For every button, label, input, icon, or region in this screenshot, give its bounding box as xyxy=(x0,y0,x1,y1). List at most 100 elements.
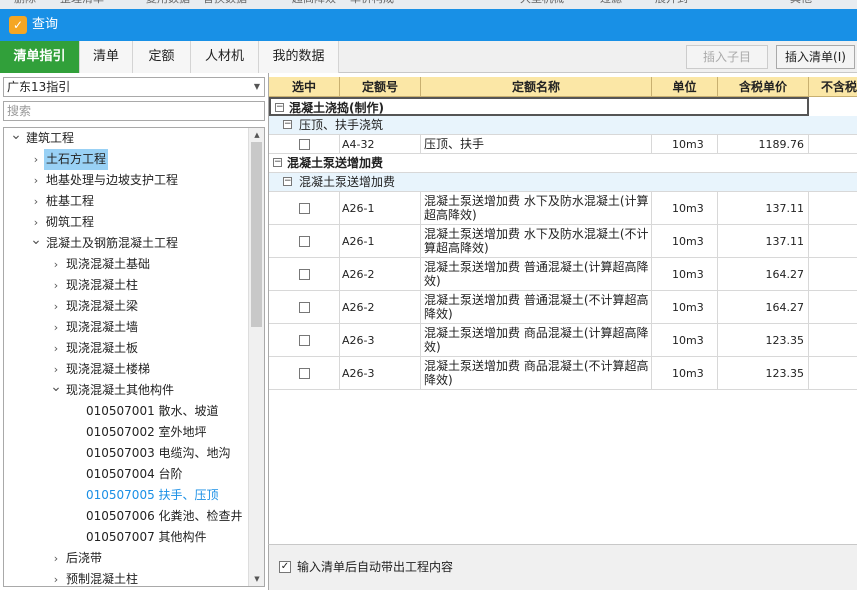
expand-chevron-icon[interactable]: › xyxy=(50,338,62,359)
tree-node[interactable]: › 桩基工程 xyxy=(4,191,248,212)
expand-chevron-icon[interactable]: › xyxy=(50,317,62,338)
auto-content-checkbox[interactable]: ✓ xyxy=(279,561,291,573)
tab-list[interactable]: 清单 xyxy=(80,41,133,73)
tree-node[interactable]: › 现浇混凝土梁 xyxy=(4,296,248,317)
collapse-chevron-icon[interactable]: ⌄ xyxy=(10,128,22,146)
background-toolbar-item[interactable]: 大型机械 xyxy=(520,0,564,4)
grid-item-row[interactable]: A4-32 压顶、扶手 10m3 1189.76 1 xyxy=(269,135,857,154)
tree-node[interactable]: 010507003 电缆沟、地沟 xyxy=(4,443,248,464)
col-header-select: 选中 xyxy=(269,77,340,97)
tree-node[interactable]: 010507005 扶手、压顶 xyxy=(4,485,248,506)
background-toolbar-item[interactable]: 复用数据 xyxy=(146,0,190,4)
select-cell[interactable] xyxy=(269,291,340,323)
expand-chevron-icon[interactable]: › xyxy=(30,191,42,212)
tree-node[interactable]: ⌄ 建筑工程 xyxy=(4,128,248,149)
collapse-chevron-icon[interactable]: ⌄ xyxy=(50,377,62,398)
background-toolbar-item[interactable]: 整理清单 xyxy=(60,0,104,4)
row-select-checkbox[interactable] xyxy=(298,202,310,214)
grid-subgroup-row[interactable]: − 混凝土泵送增加费 xyxy=(269,173,857,192)
expand-chevron-icon[interactable]: › xyxy=(50,569,62,586)
tree-node[interactable]: › 后浇带 xyxy=(4,548,248,569)
tree-scrollbar[interactable]: ▲ ▼ xyxy=(248,128,264,586)
grid-subgroup-row[interactable]: − 压顶、扶手浇筑 xyxy=(269,116,857,135)
expand-chevron-icon[interactable]: › xyxy=(50,254,62,275)
col-header-name: 定额名称 xyxy=(421,77,652,97)
background-toolbar-item[interactable]: 其他 xyxy=(790,0,812,4)
expand-chevron-icon[interactable]: › xyxy=(50,275,62,296)
tree-node[interactable]: 010507006 化粪池、检查井 xyxy=(4,506,248,527)
tree-node[interactable]: › 现浇混凝土柱 xyxy=(4,275,248,296)
grid-item-row[interactable]: A26-2 混凝土泵送增加费 普通混凝土(不计算超高降效) 10m3 164.27 xyxy=(269,291,857,324)
col-header-unit: 单位 xyxy=(652,77,718,97)
search-input[interactable]: 搜索 xyxy=(3,101,265,121)
select-cell[interactable] xyxy=(269,135,340,153)
expand-chevron-icon[interactable]: › xyxy=(30,170,42,191)
grid-item-row[interactable]: A26-1 混凝土泵送增加费 水下及防水混凝土(计算超高降效) 10m3 137.11 xyxy=(269,192,857,225)
collapse-box-icon[interactable]: − xyxy=(273,158,282,167)
quota-grid: 选中 定额号 定额名称 单位 含税单价 不含税 − 混凝土浇捣(制作) − 压顶、扶手… xyxy=(268,73,857,544)
tree-node[interactable]: › 现浇混凝土墙 xyxy=(4,317,248,338)
row-select-checkbox[interactable] xyxy=(298,138,310,150)
select-cell[interactable] xyxy=(269,192,340,224)
background-toolbar-item[interactable]: 单价构成 xyxy=(350,0,394,4)
tree-node[interactable]: › 现浇混凝土基础 xyxy=(4,254,248,275)
collapse-chevron-icon[interactable]: ⌄ xyxy=(30,230,42,251)
tree-node[interactable]: ⌄ 现浇混凝土其他构件 xyxy=(4,377,248,401)
tree-node-label: 010507001 散水、坡道 xyxy=(86,404,219,418)
background-toolbar-item[interactable]: 删除 xyxy=(14,0,36,4)
tree-node[interactable]: 010507001 散水、坡道 xyxy=(4,401,248,422)
row-select-checkbox[interactable] xyxy=(298,334,310,346)
library-select[interactable]: 广东13指引 ▼ xyxy=(3,77,265,97)
grid-item-row[interactable]: A26-3 混凝土泵送增加费 商品混凝土(不计算超高降效) 10m3 123.35 xyxy=(269,357,857,390)
tree-node[interactable]: › 土石方工程 xyxy=(4,149,248,170)
tree-node[interactable]: › 现浇混凝土楼梯 xyxy=(4,359,248,380)
grid-item-row[interactable]: A26-1 混凝土泵送增加费 水下及防水混凝土(不计算超高降效) 10m3 137.1… xyxy=(269,225,857,258)
insert-list-button[interactable]: 插入清单(I) xyxy=(776,45,855,69)
row-select-checkbox[interactable] xyxy=(298,301,310,313)
row-select-checkbox[interactable] xyxy=(298,268,310,280)
grid-group-row[interactable]: − 混凝土泵送增加费 xyxy=(269,154,857,173)
row-select-checkbox[interactable] xyxy=(298,367,310,379)
collapse-box-icon[interactable]: − xyxy=(283,177,292,186)
code-cell: A26-3 xyxy=(340,324,421,356)
scroll-up-icon[interactable]: ▲ xyxy=(249,128,264,142)
tree-node[interactable]: › 地基处理与边坡支护工程 xyxy=(4,170,248,191)
insert-child-button[interactable]: 插入子目 xyxy=(686,45,768,69)
name-cell-text: 混凝土泵送增加费 水下及防水混凝土(计算超高降效) xyxy=(424,194,649,222)
background-toolbar-item[interactable]: 替换数据 xyxy=(203,0,247,4)
select-cell[interactable] xyxy=(269,357,340,389)
select-cell[interactable] xyxy=(269,225,340,257)
collapse-box-icon[interactable]: − xyxy=(275,103,284,112)
tab-my-data[interactable]: 我的数据 xyxy=(259,41,339,73)
tab-list-guide[interactable]: 清单指引 xyxy=(0,41,80,73)
code-cell: A26-1 xyxy=(340,225,421,257)
background-toolbar-item[interactable]: 展开到 xyxy=(655,0,688,4)
grid-group-row[interactable]: − 混凝土浇捣(制作) xyxy=(269,97,809,116)
tab-quota[interactable]: 定额 xyxy=(133,41,191,73)
grid-item-row[interactable]: A26-3 混凝土泵送增加费 商品混凝土(计算超高降效) 10m3 123.35 xyxy=(269,324,857,357)
price-cell-text: 1189.76 xyxy=(758,137,805,151)
tab-labor-material-machine[interactable]: 人材机 xyxy=(191,41,259,73)
select-cell[interactable] xyxy=(269,258,340,290)
tree-node[interactable]: › 预制混凝土柱 xyxy=(4,569,248,586)
scrollbar-thumb[interactable] xyxy=(251,142,262,327)
code-cell-text: A26-2 xyxy=(342,267,375,281)
name-cell-text: 压顶、扶手 xyxy=(424,137,485,151)
expand-chevron-icon[interactable]: › xyxy=(50,548,62,569)
background-toolbar-item[interactable]: 超高降效 xyxy=(292,0,336,4)
unit-cell-text: 10m3 xyxy=(672,366,704,380)
code-cell-text: A4-32 xyxy=(342,137,375,151)
tree-node[interactable]: 010507007 其他构件 xyxy=(4,527,248,548)
expand-chevron-icon[interactable]: › xyxy=(30,149,42,170)
scroll-down-icon[interactable]: ▼ xyxy=(249,572,264,586)
expand-chevron-icon[interactable]: › xyxy=(50,296,62,317)
background-toolbar-item[interactable]: 过滤 xyxy=(600,0,622,4)
grid-item-row[interactable]: A26-2 混凝土泵送增加费 普通混凝土(计算超高降效) 10m3 164.27 xyxy=(269,258,857,291)
row-select-checkbox[interactable] xyxy=(298,235,310,247)
tree-node[interactable]: 010507002 室外地坪 xyxy=(4,422,248,443)
tree-node[interactable]: › 现浇混凝土板 xyxy=(4,338,248,359)
select-cell[interactable] xyxy=(269,324,340,356)
tree-node[interactable]: 010507004 台阶 xyxy=(4,464,248,485)
collapse-box-icon[interactable]: − xyxy=(283,120,292,129)
tree-node[interactable]: ⌄ 混凝土及钢筋混凝土工程 xyxy=(4,230,248,254)
